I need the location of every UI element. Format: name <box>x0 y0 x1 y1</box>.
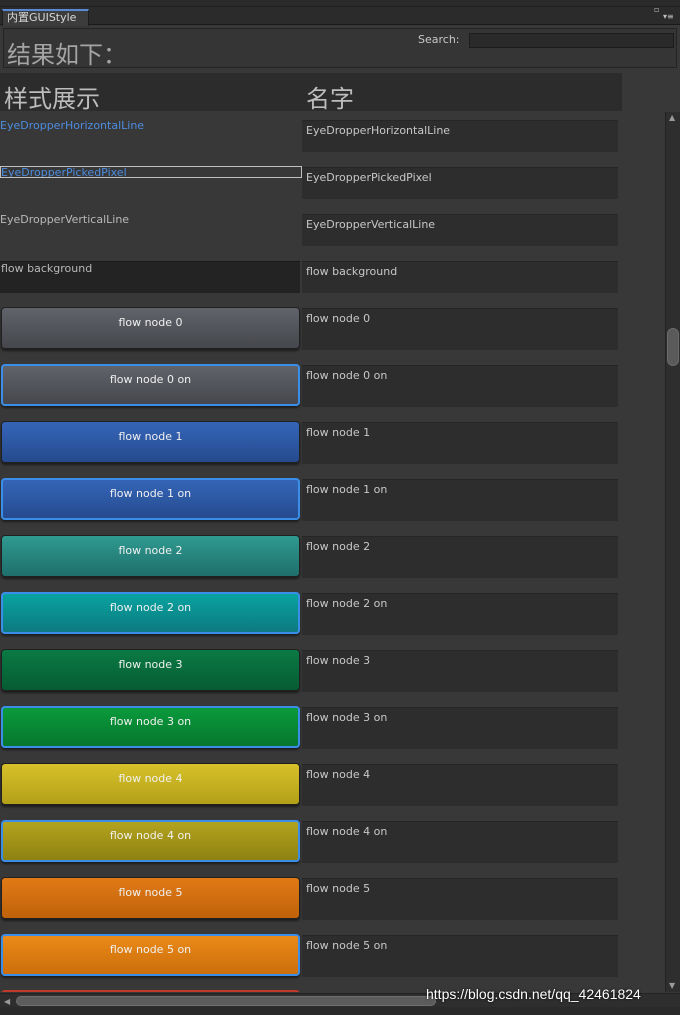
maximize-icon[interactable]: ▫ <box>654 6 659 14</box>
flow-node-preview[interactable]: flow node 3 <box>1 649 300 691</box>
style-name: flow node 1 <box>302 422 618 464</box>
list-item: flow node 1 flow node 1 <box>0 421 618 465</box>
window-bottom-strip <box>0 1007 680 1015</box>
scroll-down-icon[interactable]: ▼ <box>669 982 675 990</box>
style-preview-box[interactable]: EyeDropperPickedPixel <box>0 166 302 178</box>
header-panel: 结果如下： Search: <box>3 28 677 69</box>
list-item: EyeDropperHorizontalLine EyeDropperHoriz… <box>0 112 618 156</box>
style-name: EyeDropperVerticalLine <box>302 214 618 246</box>
tab-builtin-guistyle[interactable]: 内置GUIStyle <box>2 9 89 26</box>
list-item: flow background flow background <box>0 253 618 297</box>
column-headers: 样式展示 名字 <box>0 73 622 113</box>
list-item: flow node 3 flow node 3 <box>0 649 618 693</box>
flow-node-preview-partial[interactable] <box>1 990 300 992</box>
search-input[interactable] <box>469 33 674 48</box>
flow-node-preview[interactable]: flow node 0 <box>1 307 300 349</box>
column-header-style: 样式展示 <box>4 85 100 113</box>
horizontal-scroll-thumb[interactable] <box>16 996 436 1006</box>
style-name: flow node 2 <box>302 536 618 578</box>
search-label: Search: <box>418 33 460 46</box>
style-preview: EyeDropperPickedPixel <box>1 166 127 178</box>
style-preview[interactable]: EyeDropperHorizontalLine <box>0 119 144 132</box>
page-title: 结果如下： <box>7 41 127 69</box>
style-preview: flow background <box>1 262 93 275</box>
style-name: flow node 5 on <box>302 935 618 977</box>
flow-node-preview[interactable]: flow node 4 <box>1 763 300 805</box>
flow-node-preview[interactable]: flow node 2 on <box>1 592 300 634</box>
style-name: flow node 0 on <box>302 365 618 407</box>
list-item: flow node 1 on flow node 1 on <box>0 478 618 522</box>
flow-node-preview[interactable]: flow node 5 <box>1 877 300 919</box>
column-header-name: 名字 <box>306 85 354 113</box>
list-item: flow node 5 flow node 5 <box>0 877 618 921</box>
list-item: EyeDropperPickedPixel EyeDropperPickedPi… <box>0 159 618 203</box>
vertical-scroll-thumb[interactable] <box>667 328 679 366</box>
style-name: flow node 4 <box>302 764 618 806</box>
list-item: flow node 0 on flow node 0 on <box>0 364 618 408</box>
style-name: flow node 4 on <box>302 821 618 863</box>
style-name: flow node 3 on <box>302 707 618 749</box>
flow-node-preview[interactable]: flow node 1 <box>1 421 300 463</box>
menu-icon[interactable]: ▾≡ <box>663 13 674 21</box>
scroll-up-icon[interactable]: ▲ <box>669 114 675 122</box>
tab-bar: 内置GUIStyle ▫ ▾≡ <box>0 6 680 26</box>
style-name: EyeDropperPickedPixel <box>302 167 618 199</box>
list-item: flow node 5 on flow node 5 on <box>0 934 618 978</box>
style-name: flow node 5 <box>302 878 618 920</box>
style-name: flow node 1 on <box>302 479 618 521</box>
vertical-scrollbar[interactable]: ▲ ▼ <box>665 112 680 992</box>
list-item: flow node 3 on flow node 3 on <box>0 706 618 750</box>
scroll-left-icon[interactable]: ◀ <box>4 997 10 1006</box>
style-name: flow background <box>302 261 618 293</box>
style-list: EyeDropperHorizontalLine EyeDropperHoriz… <box>0 112 665 992</box>
list-item: EyeDropperVerticalLine EyeDropperVertica… <box>0 206 618 250</box>
flow-background-preview[interactable]: flow background <box>0 261 300 293</box>
flow-node-preview[interactable]: flow node 2 <box>1 535 300 577</box>
list-item: flow node 2 flow node 2 <box>0 535 618 579</box>
flow-node-preview[interactable]: flow node 4 on <box>1 820 300 862</box>
flow-node-preview[interactable]: flow node 0 on <box>1 364 300 406</box>
style-name: flow node 2 on <box>302 593 618 635</box>
flow-node-preview[interactable]: flow node 5 on <box>1 934 300 976</box>
flow-node-preview[interactable]: flow node 1 on <box>1 478 300 520</box>
style-name: flow node 3 <box>302 650 618 692</box>
watermark-text: https://blog.csdn.net/qq_42461824 <box>426 986 641 1002</box>
list-item: flow node 2 on flow node 2 on <box>0 592 618 636</box>
style-preview[interactable]: EyeDropperVerticalLine <box>0 213 129 226</box>
list-item: flow node 4 flow node 4 <box>0 763 618 807</box>
style-name: EyeDropperHorizontalLine <box>302 120 618 152</box>
style-name: flow node 0 <box>302 308 618 350</box>
window-top-strip <box>0 0 680 7</box>
list-item: flow node 0 flow node 0 <box>0 307 618 351</box>
list-item: flow node 4 on flow node 4 on <box>0 820 618 864</box>
flow-node-preview[interactable]: flow node 3 on <box>1 706 300 748</box>
